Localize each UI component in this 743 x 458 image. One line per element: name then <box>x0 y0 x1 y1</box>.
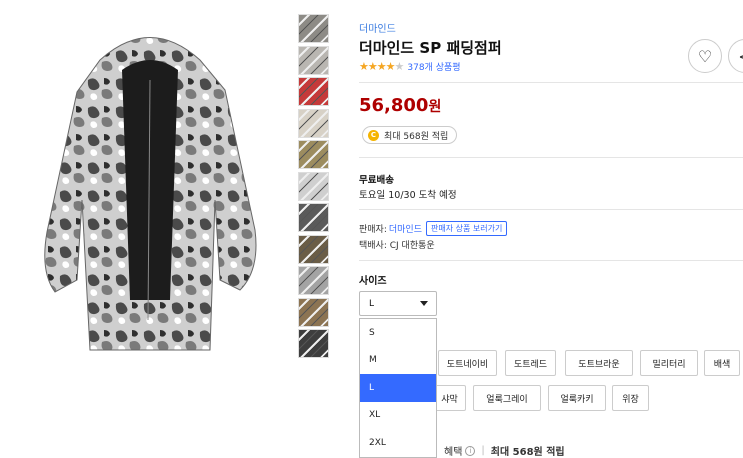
divider <box>359 82 743 83</box>
rating-row: ★★★★★ 378개 상품평 <box>359 60 461 73</box>
size-option[interactable]: 2XL <box>360 429 436 457</box>
color-option-mixed[interactable]: 배색 <box>704 350 740 376</box>
size-label: 사이즈 <box>359 276 387 287</box>
size-selected-value: L <box>369 298 375 309</box>
thumbnail-item[interactable] <box>298 14 329 43</box>
divider <box>359 260 743 261</box>
divider <box>359 157 743 158</box>
color-option-dot-navy[interactable]: 도트네이비 <box>438 350 497 376</box>
thumbnail-item[interactable] <box>298 203 329 232</box>
benefit-text: 최대 568원 적립 <box>490 447 565 458</box>
separator: | <box>481 445 485 456</box>
price-value: 56,800 <box>359 95 429 116</box>
wishlist-button[interactable]: ♡ <box>688 39 722 73</box>
jacket-photo <box>44 37 257 351</box>
coin-icon: C <box>368 129 379 141</box>
size-select[interactable]: L <box>359 291 437 316</box>
heart-icon: ♡ <box>697 46 713 66</box>
chevron-down-icon <box>420 301 428 306</box>
size-dropdown-menu: S M L XL 2XL <box>359 318 437 458</box>
reward-text: 최대 568원 적립 <box>384 131 449 142</box>
shipping-title: 무료배송 <box>359 175 394 186</box>
thumbnail-item[interactable] <box>298 140 329 169</box>
seller-row: 판매자: 더마인드 판매자 상품 보러가기 <box>359 221 508 236</box>
color-option-dot-brown[interactable]: 도트브라운 <box>565 350 633 376</box>
color-option-khaki-camo[interactable]: 얼룩카키 <box>548 385 606 411</box>
seller-products-button[interactable]: 판매자 상품 보러가기 <box>426 221 508 236</box>
benefit-label: 혜택 <box>444 447 463 458</box>
thumbnail-item[interactable] <box>298 108 329 138</box>
courier-info: 택배사: CJ 대한통운 <box>359 241 435 251</box>
brand-link[interactable]: 더마인드 <box>359 20 396 35</box>
thumbnail-item[interactable] <box>298 329 329 358</box>
thumbnail-list <box>298 14 329 361</box>
thumbnail-item[interactable] <box>298 234 329 264</box>
seller-label: 판매자: <box>359 225 387 235</box>
size-option[interactable]: S <box>360 319 436 347</box>
share-icon: < <box>738 47 743 66</box>
thumbnail-item[interactable] <box>298 266 329 295</box>
star-icon: ★ <box>359 60 369 73</box>
color-option-camouflage[interactable]: 위장 <box>612 385 649 411</box>
price: 56,800원 <box>359 95 441 116</box>
star-icon: ★ <box>367 60 378 73</box>
star-rating: ★★★★★ <box>359 60 405 73</box>
color-option-dot-red[interactable]: 도트레드 <box>505 350 556 376</box>
color-option-military[interactable]: 밀리터리 <box>640 350 698 376</box>
color-option-shamak[interactable]: 샤막 <box>434 385 466 411</box>
reward-badge: C 최대 568원 적립 <box>362 126 458 144</box>
color-option-gray-camo[interactable]: 얼룩그레이 <box>473 385 541 411</box>
share-button[interactable]: < <box>728 39 743 73</box>
product-info: 더마인드 더마인드 SP 패딩점퍼 ★★★★★ 378개 상품평 ♡ < 56,… <box>359 0 743 458</box>
seller-name-link[interactable]: 더마인드 <box>389 222 422 235</box>
size-option[interactable]: XL <box>360 402 436 430</box>
thumbnail-item[interactable] <box>298 45 329 75</box>
star-icon: ★ <box>385 60 396 73</box>
price-unit: 원 <box>428 99 442 115</box>
thumbnail-item[interactable] <box>298 77 329 106</box>
product-main-image <box>0 0 295 458</box>
divider <box>359 209 743 210</box>
star-icon: ★ <box>376 60 387 73</box>
thumbnail-item[interactable] <box>298 171 329 201</box>
star-icon: ★ <box>394 60 405 73</box>
shipping-date: 토요일 10/30 도착 예정 <box>359 190 457 201</box>
review-count-link[interactable]: 378개 상품평 <box>407 60 460 73</box>
size-option[interactable]: M <box>360 347 436 375</box>
thumbnail-item[interactable] <box>298 297 329 327</box>
info-icon[interactable]: i <box>465 445 476 456</box>
product-title: 더마인드 SP 패딩점퍼 <box>359 39 502 57</box>
size-option[interactable]: L <box>360 374 436 402</box>
